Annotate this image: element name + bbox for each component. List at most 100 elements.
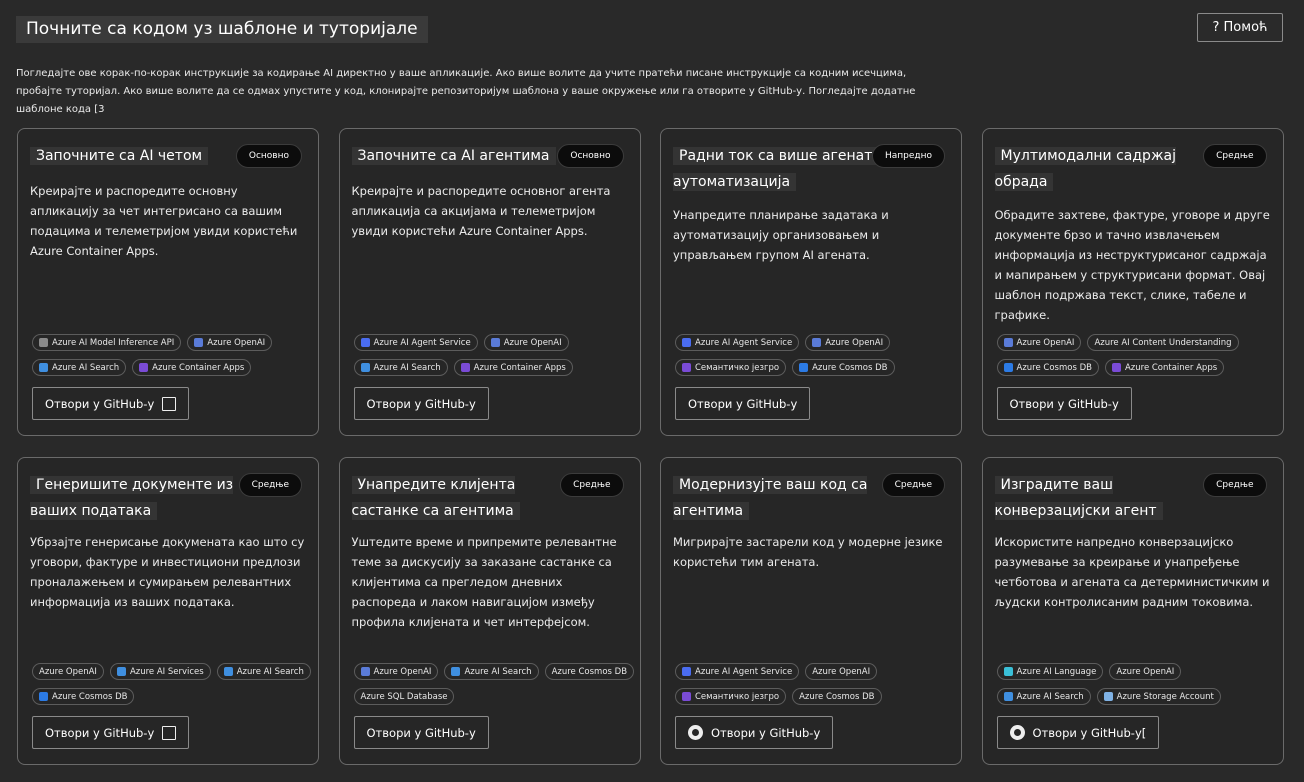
service-tag: Azure AI Agent Service bbox=[675, 663, 800, 680]
service-tags: Azure OpenAI Azure AI Content Understandi… bbox=[996, 334, 1281, 376]
service-tag-label: Azure Cosmos DB bbox=[551, 666, 628, 677]
open-in-github-label: Отвори у GitHub-у bbox=[366, 396, 476, 411]
difficulty-badge: Средње bbox=[1203, 144, 1267, 168]
card-title-text: Унапредите клијента састанке са агентима bbox=[351, 476, 520, 520]
help-button[interactable]: ? Помоћ bbox=[1197, 13, 1283, 42]
open-in-github-label: Отвори у GitHub-у bbox=[45, 396, 155, 411]
service-tags: Azure OpenAI Azure AI Services Azure AI Se… bbox=[32, 663, 316, 705]
search-cloud-icon bbox=[1003, 692, 1013, 701]
difficulty-badge: Напредно bbox=[871, 144, 945, 168]
service-tag-label: Azure AI Language bbox=[1016, 666, 1097, 677]
open-in-github-button[interactable]: Отвори у GitHub-у bbox=[32, 716, 190, 749]
card-title: Изградите ваш конверзацијски агент bbox=[994, 472, 1210, 524]
service-tag-label: Семантичко језгро bbox=[695, 362, 780, 373]
service-tag: Azure OpenAI bbox=[805, 663, 878, 680]
template-card: Изградите ваш конверзацијски агент Средње… bbox=[981, 457, 1284, 765]
service-tag: Azure OpenAI bbox=[1109, 663, 1182, 680]
service-tag: Azure AI Search bbox=[444, 663, 539, 680]
agent-icon bbox=[682, 338, 691, 347]
card-description: Уштедите време и припремите релевантне т… bbox=[351, 535, 617, 629]
service-tag: Azure Storage Account bbox=[1096, 688, 1221, 705]
open-in-github-button[interactable]: Отвори у GitHub-у bbox=[996, 387, 1132, 420]
card-description: Унапредите планирање задатака и аутомати… bbox=[673, 208, 889, 262]
service-tags: Azure OpenAI Azure AI Search Azure Cosmos … bbox=[353, 663, 638, 705]
card-title-text: Модернизујте ваш код са агентима bbox=[673, 476, 868, 520]
search-cloud-icon bbox=[39, 363, 48, 372]
service-tags: Azure AI Language Azure OpenAI Azure AI Se… bbox=[996, 663, 1281, 705]
service-tag: Azure AI Search bbox=[353, 359, 448, 376]
service-tag: Azure Cosmos DB bbox=[792, 688, 882, 705]
open-in-github-button[interactable]: Отвори у GitHub-у bbox=[675, 387, 811, 420]
template-card: Мултимодални садржај обрада Средње Обрадит… bbox=[981, 128, 1284, 436]
service-tag-label: Azure Cosmos DB bbox=[1016, 362, 1092, 373]
card-title-text: Радни ток са више агената аутоматизација bbox=[673, 147, 881, 191]
card-description: Креирајте и распоредите основну апликаци… bbox=[30, 184, 298, 258]
agent-icon bbox=[682, 667, 691, 676]
language-icon bbox=[1003, 667, 1013, 676]
template-card: Радни ток са више агената аутоматизација… bbox=[660, 128, 962, 436]
service-tag: Azure AI Search bbox=[996, 688, 1091, 705]
service-tag-label: Azure AI Content Understanding bbox=[1094, 337, 1232, 348]
service-tag-label: Azure OpenAI bbox=[503, 337, 562, 348]
difficulty-badge: Средње bbox=[238, 473, 302, 497]
cosmos-db-icon bbox=[39, 692, 48, 701]
open-in-github-label: Отвори у GitHub-у bbox=[1009, 396, 1119, 411]
open-in-github-button[interactable]: Отвори у GitHub-у bbox=[353, 387, 489, 420]
agent-icon bbox=[360, 338, 370, 347]
intro-text: Погледајте ове корак-по-корак инструкциј… bbox=[16, 68, 916, 115]
card-title-text: Започните са AI четом bbox=[30, 147, 209, 165]
service-tag: Семантичко језгро bbox=[675, 688, 787, 705]
service-tag-label: Azure OpenAI bbox=[1116, 666, 1175, 677]
service-tag: Azure OpenAI bbox=[353, 663, 439, 680]
open-in-github-button[interactable]: Отвори у GitHub-у bbox=[675, 716, 834, 749]
card-title-text: Мултимодални садржај обрада bbox=[994, 147, 1177, 191]
service-tag-label: Azure OpenAI bbox=[207, 337, 266, 348]
service-tags: Azure AI Agent Service Azure OpenAI Семант… bbox=[675, 663, 959, 705]
card-description: Искористите напредно конверзацијско разу… bbox=[994, 535, 1270, 609]
card-description: Обрадите захтеве, фактуре, уговоре и дру… bbox=[994, 208, 1270, 322]
github-icon bbox=[1009, 725, 1025, 740]
service-tag-label: Azure SQL Database bbox=[360, 691, 448, 702]
service-tag-label: Семантичко језгро bbox=[695, 691, 780, 702]
service-tags: Azure AI Model Inference API Azure OpenAI… bbox=[32, 334, 316, 376]
template-card: Започните са AI агентима Основно Креирајте… bbox=[338, 128, 641, 436]
external-link-icon bbox=[162, 396, 177, 411]
service-tag: Azure OpenAI bbox=[805, 334, 891, 351]
code-icon bbox=[39, 338, 48, 347]
external-link-icon bbox=[162, 725, 177, 740]
card-title: Генеришите документе из ваших података bbox=[30, 472, 245, 524]
openai-icon bbox=[812, 338, 822, 347]
service-tag-label: Azure Storage Account bbox=[1116, 691, 1214, 702]
service-tag-label: Azure AI Search bbox=[464, 666, 532, 677]
service-tag-label: Azure OpenAI bbox=[1016, 337, 1075, 348]
open-in-github-button[interactable]: Отвори у GitHub-у bbox=[353, 716, 489, 749]
service-tag-label: Azure AI Search bbox=[373, 362, 441, 373]
difficulty-badge: Средње bbox=[1203, 473, 1267, 497]
service-tag-label: Azure OpenAI bbox=[373, 666, 432, 677]
semantic-kernel-icon bbox=[682, 692, 691, 701]
open-in-github-label: Отвори у GitHub-у bbox=[366, 725, 476, 740]
service-tag: Azure AI Model Inference API bbox=[32, 334, 182, 351]
search-cloud-icon bbox=[451, 667, 461, 676]
card-description: Убрзајте генерисање докумената као што с… bbox=[30, 535, 305, 609]
service-tag-label: Azure AI Search bbox=[52, 362, 120, 373]
open-in-github-button[interactable]: Отвори у GitHub-у[ bbox=[996, 716, 1160, 749]
difficulty-badge: Средње bbox=[560, 473, 624, 497]
card-description: Креирајте и распоредите основног агента … bbox=[351, 184, 611, 238]
service-tag: Azure Cosmos DB bbox=[792, 359, 895, 376]
open-in-github-label: Отвори у GitHub-у bbox=[45, 725, 155, 740]
difficulty-badge: Основно bbox=[557, 144, 624, 168]
container-apps-icon bbox=[1111, 363, 1121, 372]
card-title-text: Изградите ваш конверзацијски агент bbox=[994, 476, 1163, 520]
service-tag: Azure Container Apps bbox=[132, 359, 252, 376]
service-tag: Azure AI Search bbox=[216, 663, 311, 680]
service-tag: Azure OpenAI bbox=[483, 334, 569, 351]
openai-icon bbox=[360, 667, 370, 676]
search-cloud-icon bbox=[360, 363, 370, 372]
service-tag: Azure Container Apps bbox=[1104, 359, 1225, 376]
service-tag-label: Azure OpenAI bbox=[39, 666, 97, 677]
service-tag-label: Azure AI Agent Service bbox=[695, 337, 793, 348]
service-tag: Azure Container Apps bbox=[453, 359, 573, 376]
service-tag-label: Azure Container Apps bbox=[1124, 362, 1218, 373]
open-in-github-button[interactable]: Отвори у GitHub-у bbox=[32, 387, 190, 420]
